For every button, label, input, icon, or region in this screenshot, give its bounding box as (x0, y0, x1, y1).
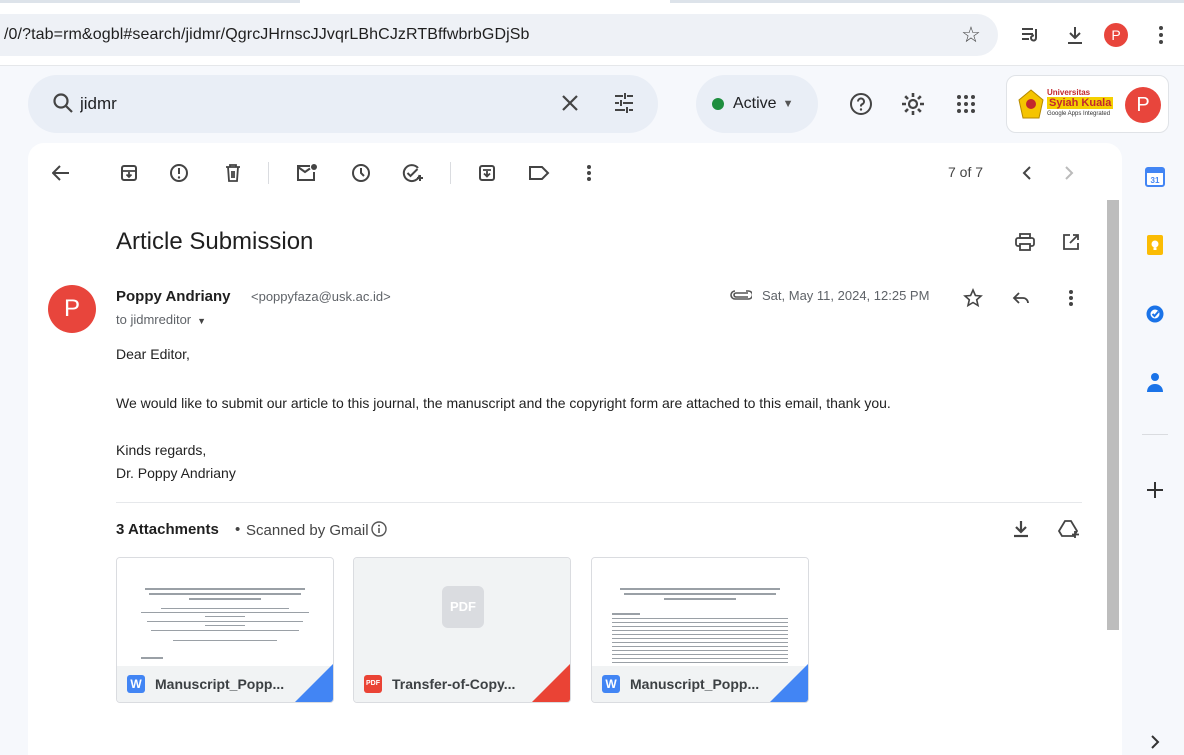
download-all-icon[interactable] (1008, 516, 1034, 542)
star-icon[interactable] (960, 285, 986, 311)
attachment-preview[interactable] (592, 558, 808, 666)
browser-menu-icon[interactable] (1148, 22, 1174, 48)
org-name-line3: Google Apps Integrated (1047, 111, 1111, 117)
email-body-signature: Dr. Poppy Andriany (116, 465, 236, 481)
doc-corner-fold-icon (295, 664, 333, 702)
tasks-icon[interactable] (1143, 302, 1167, 326)
org-name-line2: Syiah Kuala (1047, 97, 1114, 109)
clear-search-icon[interactable] (558, 91, 582, 120)
address-bar[interactable]: /0/?tab=rm&ogbl#search/jidmr/QgrcJHrnscJ… (0, 14, 998, 56)
attachment-filename: Manuscript_Popp... (630, 676, 760, 692)
email-body-text: We would like to submit our article to t… (116, 395, 891, 411)
attachment-card[interactable]: PDF PDF Transfer-of-Copy... (353, 557, 571, 703)
doc-corner-fold-icon (770, 664, 808, 702)
snooze-clock-icon[interactable] (348, 160, 374, 186)
print-icon[interactable] (1012, 229, 1038, 255)
email-body-closing: Kinds regards, (116, 442, 207, 458)
search-icon[interactable] (52, 92, 74, 119)
label-tag-icon[interactable] (526, 160, 552, 186)
settings-gear-icon[interactable] (898, 89, 928, 119)
browser-toolbar: /0/?tab=rm&ogbl#search/jidmr/QgrcJHrnscJ… (0, 0, 1184, 66)
chevron-down-icon: ▼ (782, 98, 794, 110)
address-bar-url[interactable]: /0/?tab=rm&ogbl#search/jidmr/QgrcJHrnscJ… (4, 26, 530, 44)
calendar-icon[interactable]: 31 (1143, 165, 1167, 189)
attachment-footer[interactable]: PDF Transfer-of-Copy... (354, 664, 570, 702)
scrollbar-thumb[interactable] (1107, 200, 1119, 630)
attachment-footer[interactable]: W Manuscript_Popp... (117, 664, 333, 702)
recipient-line[interactable]: to jidmreditor ▼ (116, 312, 206, 327)
email-subject: Article Submission (116, 228, 314, 255)
pagination-count: 7 of 7 (948, 164, 984, 180)
sender-avatar[interactable]: P (48, 285, 96, 333)
toolbar-divider (450, 162, 451, 184)
report-spam-icon[interactable] (166, 160, 192, 186)
attachment-footer[interactable]: W Manuscript_Popp... (592, 664, 808, 702)
attachment-card[interactable]: W Manuscript_Popp... (116, 557, 334, 703)
pdf-file-icon: PDF (364, 675, 382, 693)
keep-notes-icon[interactable] (1143, 233, 1167, 257)
attachments-divider (116, 502, 1082, 503)
sender-email: <poppyfaza@usk.ac.id> (251, 289, 391, 304)
move-to-icon[interactable] (474, 160, 500, 186)
search-options-icon[interactable] (612, 91, 636, 120)
scanned-by-label: Scanned by Gmail (246, 522, 369, 539)
attachment-filename: Transfer-of-Copy... (392, 676, 516, 692)
search-bar[interactable] (28, 75, 658, 133)
recipient-text: to jidmreditor (116, 312, 192, 327)
reply-icon[interactable] (1008, 285, 1034, 311)
attachment-card[interactable]: W Manuscript_Popp... (591, 557, 809, 703)
more-vertical-icon[interactable] (576, 160, 602, 186)
sender-name[interactable]: Poppy Andriany (116, 288, 230, 305)
toolbar-divider (268, 162, 269, 184)
email-body-greeting: Dear Editor, (116, 346, 190, 362)
separator-dot: • (235, 521, 241, 538)
open-new-window-icon[interactable] (1058, 229, 1084, 255)
status-dot-icon (712, 98, 724, 110)
contacts-icon[interactable] (1143, 370, 1167, 394)
chevron-left-icon[interactable] (1014, 160, 1040, 186)
help-icon[interactable] (846, 89, 876, 119)
chevron-right-icon[interactable] (1143, 730, 1167, 754)
attachments-title: 3 Attachments (116, 521, 219, 538)
reading-list-icon[interactable] (1018, 22, 1044, 48)
download-icon[interactable] (1062, 22, 1088, 48)
word-doc-icon: W (127, 675, 145, 693)
archive-icon[interactable] (116, 160, 142, 186)
back-arrow-icon[interactable] (48, 160, 74, 186)
word-doc-icon: W (602, 675, 620, 693)
attachment-filename: Manuscript_Popp... (155, 676, 285, 692)
account-avatar[interactable]: P (1125, 87, 1161, 123)
status-selector[interactable]: Active ▼ (696, 75, 818, 133)
calendar-day-number: 31 (1151, 176, 1160, 185)
org-name-line1: Universitas (1047, 88, 1091, 97)
university-logo-icon (1017, 88, 1045, 125)
attachment-preview[interactable]: PDF (354, 558, 570, 666)
organization-badge[interactable]: Universitas Syiah Kuala Google Apps Inte… (1006, 75, 1169, 133)
caret-down-icon[interactable]: ▼ (197, 316, 206, 326)
attachment-clip-icon (728, 282, 754, 308)
doc-corner-fold-icon (532, 664, 570, 702)
add-to-drive-icon[interactable] (1056, 516, 1082, 542)
chevron-right-icon[interactable] (1056, 160, 1082, 186)
attachment-preview[interactable] (117, 558, 333, 666)
mark-unread-icon[interactable] (294, 160, 320, 186)
email-date: Sat, May 11, 2024, 12:25 PM (762, 288, 930, 303)
add-to-tasks-icon[interactable] (400, 160, 426, 186)
pdf-placeholder-icon: PDF (442, 586, 484, 628)
add-plus-icon[interactable] (1143, 478, 1167, 502)
apps-grid-icon[interactable] (951, 89, 981, 119)
browser-profile-avatar[interactable]: P (1104, 23, 1128, 47)
delete-trash-icon[interactable] (220, 160, 246, 186)
search-input[interactable] (80, 89, 560, 119)
info-icon[interactable] (370, 520, 388, 538)
side-panel-divider (1142, 434, 1168, 435)
status-label: Active (733, 95, 777, 112)
tab-strip-edge (670, 0, 1184, 3)
bookmark-star-icon[interactable]: ☆ (958, 22, 984, 48)
message-more-icon[interactable] (1058, 285, 1084, 311)
tab-strip-edge (0, 0, 300, 3)
